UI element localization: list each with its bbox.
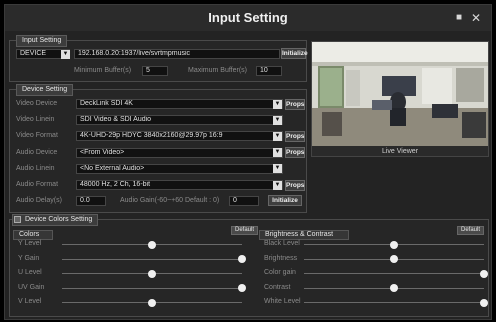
slider-knob[interactable] bbox=[148, 298, 156, 307]
slider-track[interactable] bbox=[62, 258, 242, 260]
device-row-label: Audio Format bbox=[16, 181, 59, 188]
device-row-label: Audio Device bbox=[16, 148, 58, 156]
slider-track[interactable] bbox=[304, 273, 484, 275]
device-row-label: Video Device bbox=[16, 100, 58, 107]
input-setting-group: Input Setting DEVICE ▼ 192.168.0.20:1937… bbox=[9, 35, 308, 82]
slider-label: Contrast bbox=[264, 283, 291, 291]
input-url-field[interactable]: 192.168.0.20:1937/live/svrtmpmusic bbox=[74, 49, 280, 59]
slider-knob[interactable] bbox=[238, 284, 246, 293]
device-setting-group: Device Setting Video Device DeckLink SDI … bbox=[9, 84, 307, 213]
device-row-props-button[interactable]: Props bbox=[285, 147, 305, 159]
device-row-select[interactable]: <From Video> bbox=[76, 147, 283, 158]
slider-label: V Level bbox=[18, 298, 42, 306]
source-type-value: DEVICE bbox=[20, 50, 47, 57]
slider-label: U Level bbox=[18, 269, 42, 277]
live-viewer-image bbox=[312, 42, 488, 146]
device-row-props-button[interactable]: Props bbox=[285, 179, 305, 191]
device-row-props-button[interactable]: Props bbox=[285, 130, 305, 142]
chevron-down-icon[interactable]: ▼ bbox=[273, 148, 282, 158]
audio-gain-field[interactable]: 0 bbox=[229, 196, 259, 206]
chevron-down-icon[interactable]: ▼ bbox=[273, 131, 282, 141]
min-buffer-label: Minimum Buffer(s) bbox=[74, 67, 132, 74]
device-row-label: Audio Linein bbox=[16, 164, 55, 172]
device-initialize-button[interactable]: Initialize bbox=[268, 195, 302, 206]
audio-delay-field[interactable]: 0.0 bbox=[76, 196, 106, 206]
slider-label: Color gain bbox=[264, 269, 296, 277]
device-setting-label: Device Setting bbox=[16, 84, 74, 96]
slider-track[interactable] bbox=[304, 302, 484, 304]
live-viewer: Live Viewer bbox=[311, 41, 489, 157]
colors-subhead: Colors bbox=[13, 230, 53, 240]
save-icon[interactable]: ■ bbox=[454, 13, 464, 23]
chevron-down-icon[interactable]: ▼ bbox=[273, 99, 282, 109]
device-row-label: Video Linein bbox=[16, 116, 55, 124]
brightness-default-button[interactable]: Default bbox=[457, 226, 485, 235]
slider-label: Y Level bbox=[18, 240, 42, 247]
live-viewer-label: Live Viewer bbox=[381, 148, 419, 155]
device-row-select[interactable]: 4K-UHD-29p HDYC 3840x2160@29.97p 16:9 bbox=[76, 131, 283, 142]
input-setting-label: Input Setting bbox=[16, 35, 68, 47]
min-buffer-field[interactable]: 5 bbox=[142, 66, 168, 76]
slider-knob[interactable] bbox=[148, 240, 156, 249]
brightness-subhead: Brightness & Contrast bbox=[259, 230, 349, 240]
chevron-down-icon[interactable]: ▼ bbox=[273, 164, 282, 174]
slider-label: Y Gain bbox=[18, 254, 40, 262]
slider-label: Brightness bbox=[264, 254, 298, 262]
device-row-select[interactable]: <No External Audio> bbox=[76, 163, 283, 174]
slider-knob[interactable] bbox=[148, 269, 156, 278]
colors-setting-group: Device Colors Setting Colors Default Y L… bbox=[9, 214, 489, 317]
max-buffer-label: Maximum Buffer(s) bbox=[188, 67, 247, 74]
slider-label: Black Level bbox=[264, 240, 300, 247]
device-row-select[interactable]: 48000 Hz, 2 Ch, 16-bit bbox=[76, 180, 283, 190]
slider-knob[interactable] bbox=[390, 240, 398, 249]
device-row-select[interactable]: SDI Video & SDI Audio bbox=[76, 115, 283, 126]
device-row-label: Video Format bbox=[16, 132, 58, 140]
source-type-dropdown-icon[interactable]: ▼ bbox=[61, 49, 70, 59]
slider-knob[interactable] bbox=[480, 298, 488, 307]
slider-knob[interactable] bbox=[390, 284, 398, 293]
device-row-select[interactable]: DeckLink SDI 4K bbox=[76, 99, 283, 109]
audio-gain-label: Audio Gain(-60~+60 Default : 0) bbox=[120, 197, 220, 204]
slider-knob[interactable] bbox=[238, 255, 246, 264]
colors-setting-label: Device Colors Setting bbox=[12, 214, 99, 226]
input-setting-window: Input Setting ■ ✕ Input Setting DEVICE ▼… bbox=[4, 4, 492, 320]
slider-track[interactable] bbox=[62, 287, 242, 289]
close-icon[interactable]: ✕ bbox=[471, 12, 481, 24]
audio-delay-label: Audio Delay(s) bbox=[16, 197, 62, 204]
slider-label: White Level bbox=[264, 298, 301, 306]
device-row-props-button[interactable]: Props bbox=[285, 98, 305, 110]
window-title: Input Setting bbox=[208, 10, 288, 25]
max-buffer-field[interactable]: 10 bbox=[256, 66, 282, 76]
title-bar: Input Setting ■ ✕ bbox=[5, 5, 491, 31]
slider-knob[interactable] bbox=[480, 269, 488, 278]
colors-enable-checkbox[interactable] bbox=[14, 216, 21, 223]
chevron-down-icon[interactable]: ▼ bbox=[273, 115, 282, 125]
chevron-down-icon[interactable]: ▼ bbox=[273, 180, 282, 190]
slider-label: UV Gain bbox=[18, 283, 45, 291]
input-initialize-button[interactable]: Initialize bbox=[281, 48, 308, 59]
slider-knob[interactable] bbox=[390, 255, 398, 264]
colors-default-button[interactable]: Default bbox=[231, 226, 259, 235]
